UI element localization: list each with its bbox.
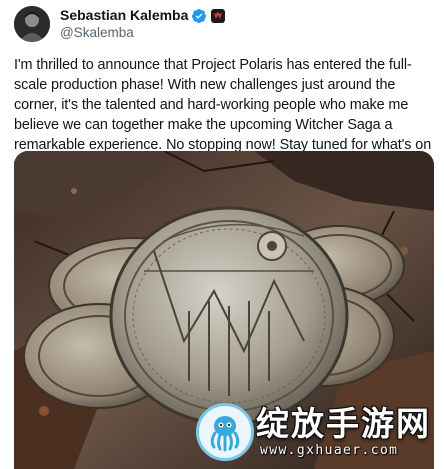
watermark: 绽放手游网 www.gxhuaer.com bbox=[196, 399, 431, 465]
author-handle[interactable]: @Skalemba bbox=[60, 24, 225, 41]
verified-badge-icon bbox=[192, 8, 207, 23]
author-name[interactable]: Sebastian Kalemba bbox=[60, 7, 188, 24]
tweet-media-image[interactable]: 绽放手游网 www.gxhuaer.com bbox=[14, 151, 434, 469]
avatar[interactable] bbox=[14, 6, 50, 42]
affiliation-badge-icon[interactable] bbox=[211, 8, 226, 23]
tweet-header: Sebastian Kalemba @Skalemba bbox=[14, 6, 226, 42]
watermark-url: www.gxhuaer.com bbox=[260, 443, 399, 458]
octopus-icon bbox=[196, 403, 254, 461]
watermark-title: 绽放手游网 bbox=[256, 404, 431, 443]
